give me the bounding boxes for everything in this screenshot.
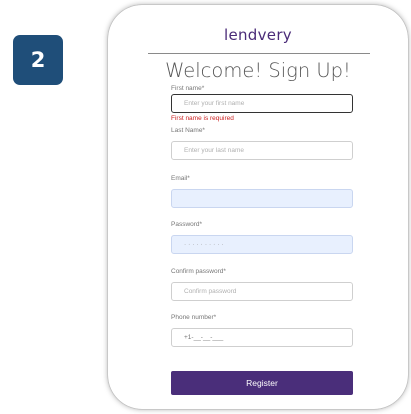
password-input[interactable] (171, 235, 353, 254)
confirm-password-input[interactable] (171, 282, 353, 301)
email-label: Email* (171, 175, 190, 182)
step-number-badge: 2 (13, 35, 63, 85)
first-name-input[interactable] (171, 94, 353, 113)
header-divider (148, 53, 370, 54)
password-label: Password* (171, 221, 203, 228)
page-title: Welcome! Sign Up! (165, 59, 351, 82)
email-input[interactable] (171, 189, 353, 208)
first-name-error: First name is required (171, 115, 234, 122)
brand-logo: lendvery (224, 26, 292, 44)
last-name-input[interactable] (171, 141, 353, 160)
register-button[interactable]: Register (171, 371, 353, 395)
first-name-label: First name* (171, 85, 205, 92)
phone-input[interactable] (171, 328, 353, 347)
last-name-label: Last Name* (171, 127, 205, 134)
confirm-password-label: Confirm password* (171, 268, 226, 275)
phone-screen: lendvery Welcome! Sign Up! First name* F… (108, 5, 408, 409)
phone-label: Phone number* (171, 314, 217, 321)
